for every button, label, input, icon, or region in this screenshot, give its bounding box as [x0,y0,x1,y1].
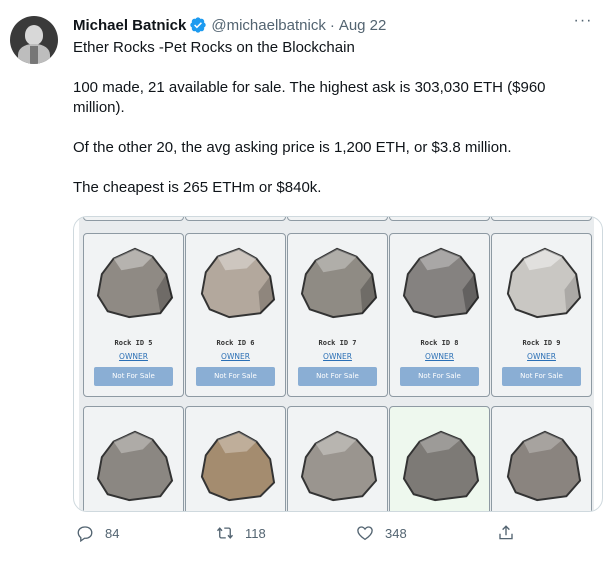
owner-link[interactable]: OWNER [492,352,591,361]
tweet-header: Michael Batnick @michaelbatnick · Aug 22 [73,14,386,36]
rock-card-partial [83,406,184,511]
tweet-line: The cheapest is 265 ETHm or $840k. [73,179,322,196]
rock-id-label: Rock ID 8 [420,339,459,347]
more-options-icon[interactable]: ··· [569,12,597,32]
tweet-date[interactable]: Aug 22 [339,17,387,34]
rock-card-partial [185,406,286,511]
not-for-sale-button[interactable]: Not For Sale [400,367,479,386]
reply-button[interactable]: 84 [76,524,119,542]
like-button[interactable]: 348 [356,524,407,542]
separator-dot: · [329,16,335,34]
rock-card-partial [287,217,388,221]
not-for-sale-button[interactable]: Not For Sale [196,367,275,386]
tweet-line: Ether Rocks -Pet Rocks on the Blockchain [73,39,355,56]
rock-image-icon [506,430,582,502]
not-for-sale-button[interactable]: Not For Sale [298,367,377,386]
rock-image-icon [402,430,480,502]
rock-image-icon [402,247,480,319]
tweet-line: 100 made, 21 available for sale. The hig… [73,79,546,116]
rock-id-label: Rock ID 5 [114,339,153,347]
rock-card: Rock ID 9 OWNER Not For Sale [491,233,592,397]
tweet-actions: 84 118 348 [73,520,603,550]
rock-image-icon [96,430,174,502]
rock-card-partial [287,406,388,511]
tweet-line: Of the other 20, the avg asking price is… [73,139,512,156]
reply-icon [77,526,93,542]
not-for-sale-button[interactable]: Not For Sale [94,367,173,386]
owner-link[interactable]: OWNER [288,352,387,361]
rock-card: Rock ID 7 OWNER Not For Sale [287,233,388,397]
rock-image-icon [506,247,582,319]
owner-link[interactable]: OWNER [390,352,489,361]
rock-id-label: Rock ID 6 [216,339,255,347]
verified-badge-icon [190,17,207,33]
owner-link[interactable]: OWNER [186,352,285,361]
rock-card: Rock ID 5 OWNER Not For Sale [83,233,184,397]
rock-id-label: Rock ID 9 [522,339,561,347]
rock-card-partial [185,217,286,221]
rock-card-partial [389,406,490,511]
like-count: 348 [385,525,407,541]
retweet-icon [216,527,234,539]
heart-icon [357,526,373,541]
tweet-text: Ether Rocks -Pet Rocks on the Blockchain… [73,38,593,198]
rock-id-label: Rock ID 7 [318,339,357,347]
retweet-count: 118 [245,525,266,541]
rock-card-partial [491,217,592,221]
avatar[interactable] [10,16,58,64]
rock-image-icon [200,430,276,502]
not-for-sale-button[interactable]: Not For Sale [502,367,581,386]
rock-card: Rock ID 8 OWNER Not For Sale [389,233,490,397]
tweet-media-image[interactable]: Rock ID 5 OWNER Not For Sale Rock ID 6 O… [73,216,603,512]
owner-link[interactable]: OWNER [84,352,183,361]
rock-card-partial [83,217,184,221]
share-icon [499,525,513,540]
retweet-button[interactable]: 118 [216,524,266,542]
rock-card-partial [389,217,490,221]
rock-card-partial [491,406,592,511]
rock-image-icon [300,247,378,319]
rock-image-icon [96,247,174,319]
avatar-head [25,25,43,45]
author-handle[interactable]: @michaelbatnick [211,17,325,34]
share-button[interactable] [497,524,515,542]
rock-card: Rock ID 6 OWNER Not For Sale [185,233,286,397]
rock-grid: Rock ID 5 OWNER Not For Sale Rock ID 6 O… [79,217,594,511]
avatar-shirt [30,46,38,64]
rock-image-icon [200,247,276,319]
reply-count: 84 [105,525,120,541]
author-name[interactable]: Michael Batnick [73,17,186,34]
rock-image-icon [300,430,378,502]
